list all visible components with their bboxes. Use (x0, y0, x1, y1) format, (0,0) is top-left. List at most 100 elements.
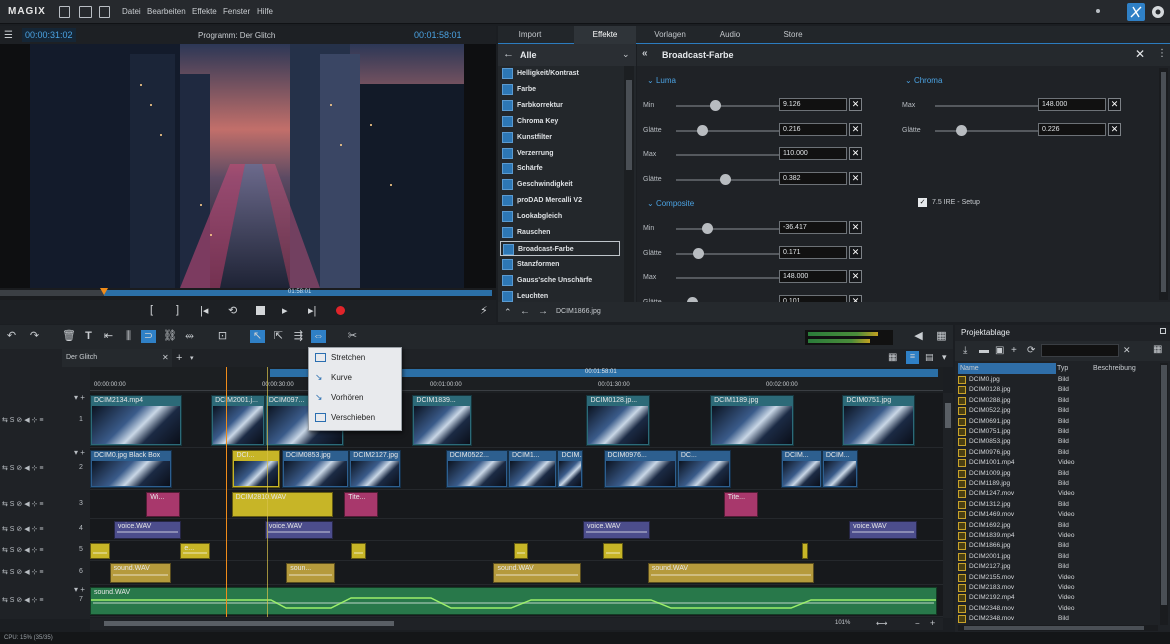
effect-item[interactable]: Rauschen (500, 225, 620, 240)
collapse-up-icon[interactable]: ⌃ (504, 307, 512, 318)
param-value-input[interactable]: 9.126 (779, 98, 847, 111)
new-file-icon[interactable] (59, 6, 70, 18)
timeline-clip[interactable]: DCIM2134.mp4 (90, 395, 183, 446)
effect-list-scrollbar[interactable] (624, 66, 634, 302)
tab-import[interactable]: Import (498, 26, 562, 44)
param-value-input[interactable]: 0.226 (1038, 122, 1106, 136)
timeline-clip[interactable]: soun... (286, 563, 335, 583)
reset-icon[interactable]: ✕ (1108, 122, 1121, 136)
col-beschreibung[interactable]: Beschreibung (1093, 363, 1153, 374)
timeline-clip[interactable]: DC... (676, 450, 732, 488)
track-header[interactable]: ⇆ S ⊘ ◀ ⊹ ≡ 6 (0, 561, 90, 585)
project-file-row[interactable]: DCIM2348.mov Video (958, 604, 1156, 614)
stretch-tool-icon[interactable]: ⇔ (311, 330, 326, 343)
volume-icon[interactable]: ◀ (912, 330, 925, 343)
param-value-input[interactable]: 0.382 (779, 171, 847, 185)
project-file-row[interactable]: DCIM1692.jpg Bild (958, 521, 1156, 531)
reset-icon[interactable]: ✕ (849, 122, 862, 136)
more-icon[interactable]: ⋮ (1157, 48, 1167, 59)
effect-item[interactable]: Gauss'sche Unschärfe (500, 273, 620, 288)
add-tab-icon[interactable]: + (176, 352, 182, 364)
slider-knob[interactable] (697, 124, 708, 136)
menu-item-verschieben[interactable]: Verschieben (309, 408, 401, 428)
project-file-row[interactable]: DCIM0288.jpg Bild (958, 396, 1156, 406)
fx-icon[interactable]: ⚡ (480, 304, 488, 317)
timeline-clip[interactable]: sound.WAV (493, 563, 582, 583)
timeline-clip[interactable]: DCIM... (821, 450, 858, 488)
magnet-icon[interactable]: ⊃ (141, 330, 156, 343)
volume-envelope[interactable] (91, 588, 937, 615)
col-name[interactable]: Name (958, 363, 1056, 374)
track-controls-icon[interactable]: ⇆ S ⊘ ◀ ⊹ ≡ (2, 596, 43, 604)
tab-audio[interactable]: Audio (698, 26, 762, 44)
effect-item[interactable]: Geschwindigkeit (500, 177, 620, 192)
timeline-clip[interactable]: DCIM0.jpg Black Box (90, 450, 172, 488)
project-file-row[interactable]: DCIM0853.jpg Bild (958, 437, 1156, 447)
tab-store[interactable]: Store (762, 26, 824, 44)
param-value-input[interactable]: 148.000 (779, 270, 847, 283)
menu-effekte[interactable]: Effekte (192, 7, 217, 16)
search-input[interactable] (1041, 344, 1119, 357)
zoom-fit-icon[interactable]: ⟷ (876, 619, 887, 628)
timeline-clip[interactable] (351, 543, 366, 559)
timeline-clip[interactable]: e... (180, 543, 211, 559)
tab-der-glitch[interactable]: Der Glitch ✕ (62, 349, 172, 367)
timeline-clip[interactable]: DCIM1189.jpg (710, 395, 794, 446)
tab-vorlagen[interactable]: Vorlagen (638, 26, 702, 44)
param-value-input[interactable]: 110.000 (779, 147, 847, 160)
prev-arrow-icon[interactable]: ← (520, 306, 530, 317)
list-view-icon[interactable]: ▦ (1153, 344, 1162, 355)
param-value-input[interactable]: -36.417 (779, 221, 847, 234)
ire-checkbox[interactable]: ✓ (918, 198, 927, 207)
track-controls-icon[interactable]: ⇆ S ⊘ ◀ ⊹ ≡ (2, 416, 43, 424)
project-file-row[interactable]: DCIM1189.jpg Bild (958, 479, 1156, 489)
project-file-row[interactable]: DCIM2183.mov Video (958, 583, 1156, 593)
zoom-level[interactable]: 101% (835, 620, 850, 626)
add-track-icon[interactable]: ▾ + (74, 393, 85, 402)
reset-icon[interactable]: ✕ (849, 147, 862, 160)
reset-icon[interactable]: ✕ (849, 270, 862, 283)
next-arrow-icon[interactable]: → (538, 306, 548, 317)
insert-mode-icon[interactable]: ⊡ (216, 330, 229, 343)
param-value-input[interactable]: 0.171 (779, 245, 847, 259)
timeline-clip[interactable]: sound.WAV (109, 563, 172, 583)
timeline-clip[interactable]: DCIM0853.jpg (281, 450, 350, 488)
timeline-clip[interactable]: DCIM0976... (603, 450, 677, 488)
effect-item[interactable]: Farbe (500, 82, 620, 97)
split-icon[interactable]: ⇤ (102, 330, 115, 343)
track-header[interactable]: ⇆ S ⊘ ◀ ⊹ ≡ 5 (0, 541, 90, 561)
properties-scrollbar[interactable] (1159, 68, 1168, 300)
project-file-row[interactable]: DCIM1247.mov Video (958, 489, 1156, 499)
record-icon[interactable] (336, 306, 345, 315)
project-file-row[interactable]: DCIM1312.jpg Bild (958, 500, 1156, 510)
timeline-vscroll[interactable] (943, 393, 953, 618)
project-file-row[interactable]: DCIM1001.mp4 Video (958, 458, 1156, 468)
tab-effekte[interactable]: Effekte (574, 26, 636, 44)
timeline-clip[interactable]: voice.WAV (264, 521, 334, 539)
project-file-row[interactable]: DCIM2001.jpg Bild (958, 552, 1156, 562)
effect-item[interactable]: Broadcast-Farbe (500, 240, 620, 256)
timeline-clip[interactable]: sound.WAV (647, 563, 815, 583)
effect-item[interactable]: Kunstfilter (500, 130, 620, 145)
track-area[interactable]: DCIM2134.mp4 DCIM2001.j... DCIM097... DCIM1… (90, 367, 943, 617)
project-hscroll[interactable] (958, 625, 1158, 631)
multicam-icon[interactable]: ⫼ (122, 330, 135, 343)
trim-tool-icon[interactable]: ⇶ (292, 330, 305, 343)
slider-knob[interactable] (956, 124, 967, 136)
timeline-clip[interactable]: DCIM... (557, 450, 584, 488)
storyboard-icon[interactable]: ▤ (925, 352, 934, 363)
menu-hilfe[interactable]: Hilfe (257, 7, 273, 16)
stop-icon[interactable] (256, 306, 265, 315)
track-header[interactable]: ⇆ S ⊘ ◀ ⊹ ≡ 7 ▾ + (0, 585, 90, 617)
timeline-clip[interactable]: DCIM2127.jpg (349, 450, 402, 488)
zoom-in-icon[interactable]: + (930, 618, 935, 628)
col-typ[interactable]: Typ (1057, 363, 1091, 374)
track-controls-icon[interactable]: ⇆ S ⊘ ◀ ⊹ ≡ (2, 546, 43, 554)
timeline-clip[interactable]: DCIM0522... (445, 450, 508, 488)
preview-scrubber[interactable]: 01:58:01 (0, 288, 496, 300)
timeline-clip[interactable]: voice.WAV (113, 521, 182, 539)
playhead-marker[interactable] (100, 288, 108, 295)
category-selector[interactable]: ← Alle ⌄ (498, 44, 636, 66)
timeline-clip[interactable]: voice.WAV (583, 521, 651, 539)
timeline-clip[interactable]: Tite... (723, 492, 758, 517)
